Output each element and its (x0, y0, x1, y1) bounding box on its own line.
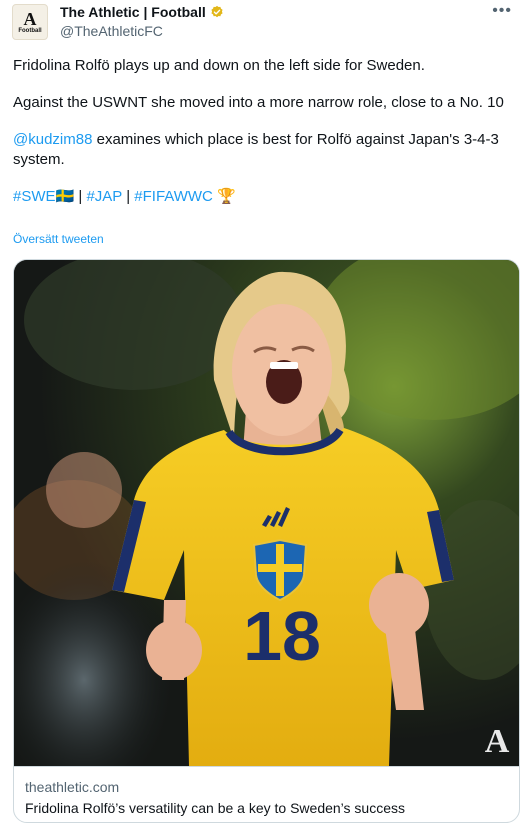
hashtag-swe[interactable]: #SWE (13, 188, 56, 205)
avatar-letter: A (23, 8, 37, 29)
hashtag-jap[interactable]: #JAP (86, 188, 122, 205)
tweet-line-1: Fridolina Rolfö plays up and down on the… (13, 57, 425, 74)
tweet-line-2: Against the USWNT she moved into a more … (13, 94, 504, 111)
card-image[interactable]: 18 A (14, 260, 519, 766)
tweet: A Football The Athletic | Football @TheA… (0, 0, 526, 835)
translate-link[interactable]: Översätt tweeten (13, 232, 104, 246)
player-illustration: 18 A (14, 260, 519, 766)
separator: | (122, 188, 135, 205)
verified-badge-icon (211, 5, 223, 18)
more-horizontal-icon[interactable]: ••• (492, 2, 512, 20)
flag-sweden-icon: 🇸🇪 (55, 188, 75, 205)
separator: | (74, 188, 87, 205)
hashtag-line: #SWE🇸🇪 | #JAP | #FIFAWWC 🏆 (13, 187, 518, 207)
mention-link[interactable]: @kudzim88 (13, 131, 92, 148)
watermark-logo: A (485, 723, 510, 760)
link-card[interactable]: 18 A theathletic.com Fridolina Rolfö’s v… (13, 259, 520, 823)
hashtag-fifawwc[interactable]: #FIFAWWC (134, 188, 213, 205)
card-title: Fridolina Rolfö’s versatility can be a k… (25, 800, 405, 816)
shirt-number: 18 (243, 597, 321, 675)
tweet-text: Fridolina Rolfö plays up and down on the… (13, 56, 518, 224)
card-domain: theathletic.com (25, 779, 120, 795)
card-caption[interactable]: theathletic.com Fridolina Rolfö’s versat… (14, 766, 519, 822)
trophy-icon: 🏆 (217, 188, 236, 205)
avatar[interactable]: A Football (12, 4, 48, 40)
account-name[interactable]: The Athletic | Football (60, 4, 206, 20)
account-handle[interactable]: @TheAthleticFC (60, 23, 163, 39)
name-row: The Athletic | Football (60, 4, 224, 20)
tweet-line-3: @kudzim88 examines which place is best f… (13, 130, 518, 170)
avatar-sub: Football (18, 27, 42, 34)
